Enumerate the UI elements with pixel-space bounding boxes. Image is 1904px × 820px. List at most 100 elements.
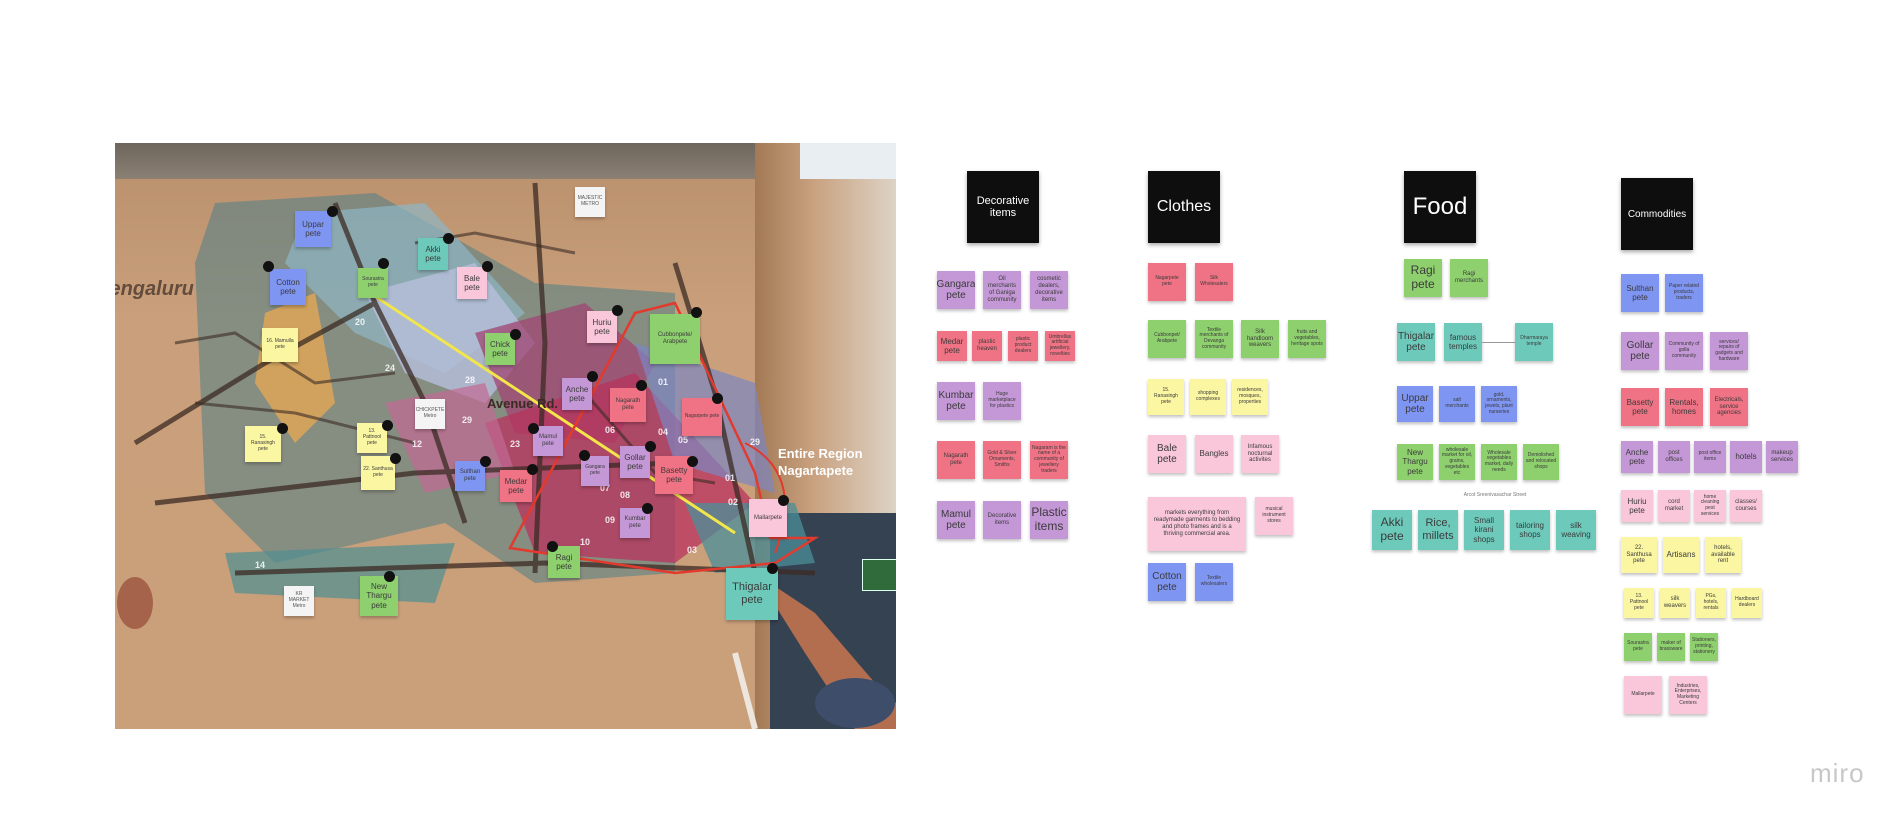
map-note-bale[interactable]: Bale pete [457,267,487,299]
note-clothes-2[interactable]: Cubbonpet/ Arabpete [1148,320,1186,358]
map-note-sourastra[interactable]: Sourastra pete [358,268,388,298]
note-food-6[interactable]: salt merchants [1439,386,1475,422]
note-food-0[interactable]: Ragi pete [1404,259,1442,297]
note-decorative-7[interactable]: Kumbar pete [937,382,975,420]
map-photo[interactable]: 202428 291223 110708 091001 040501 02030… [115,143,896,729]
note-comm-21[interactable]: silk weavers [1660,588,1690,618]
note-clothes-10[interactable]: Bangles [1195,435,1233,473]
map-note-thigalar[interactable]: Thigalar pete [726,568,778,620]
note-decorative-3[interactable]: Medar pete [937,331,967,361]
note-comm-25[interactable]: maker of brassware [1657,633,1685,661]
map-note-mamulla[interactable]: 16. Mamulla pete [262,328,298,362]
note-comm-17[interactable]: 22. Santhusa pete [1621,537,1657,573]
map-note-cotton[interactable]: Cotton pete [270,269,306,305]
note-comm-16[interactable]: classes/ courses [1730,490,1762,522]
note-food-3[interactable]: famous temples [1444,323,1482,361]
note-food-9[interactable]: wholesale market for oil, grains, vegeta… [1439,444,1475,480]
note-food-14[interactable]: Small kirani shops [1464,510,1504,550]
note-clothes-15[interactable]: Textile wholesalers [1195,563,1233,601]
note-comm-8[interactable]: Anche pete [1621,441,1653,473]
note-comm-23[interactable]: Hardboard dealers [1732,588,1762,618]
note-comm-1[interactable]: Paper related products, traders [1665,274,1703,312]
note-decorative-10[interactable]: Gold & Silver Ornaments, Smiths [983,441,1021,479]
note-decorative-8[interactable]: Huge marketplace for plastics [983,382,1021,420]
note-food-11[interactable]: Demolished and relocated shops [1523,444,1559,480]
map-note-kr-market[interactable]: KR MARKET Metro [284,586,314,616]
note-clothes-11[interactable]: Infamous nocturnal activites [1241,435,1279,473]
note-food-8[interactable]: New Thargu pete [1397,444,1433,480]
map-note-uppar[interactable]: Uppar pete [295,211,331,247]
note-comm-14[interactable]: cord market [1658,490,1690,522]
note-comm-28[interactable]: Industries, Enterprises, Marketing Cente… [1669,676,1707,714]
note-comm-3[interactable]: Community of golla community [1665,332,1703,370]
map-note-akki[interactable]: Akki pete [418,238,448,270]
note-decorative-9[interactable]: Nagarath pete [937,441,975,479]
note-decorative-6[interactable]: Umbrellas artificial jewellery, noveltie… [1045,331,1075,361]
note-comm-18[interactable]: Artisans [1663,537,1699,573]
note-comm-12[interactable]: makeup services [1766,441,1798,473]
note-comm-13[interactable]: Huriu pete [1621,490,1653,522]
note-clothes-13[interactable]: musical instrument stores [1255,497,1293,535]
header-food[interactable]: Food [1404,171,1476,243]
note-food-16[interactable]: silk weaving [1556,510,1596,550]
map-note-anche[interactable]: Anche pete [562,378,592,410]
note-comm-26[interactable]: Stationers, printing, stationery [1690,633,1718,661]
note-comm-19[interactable]: hotels, available rent [1705,537,1741,573]
note-comm-27[interactable]: Mallarpete [1624,676,1662,714]
map-note-medar[interactable]: Medar pete [500,470,532,502]
note-decorative-2[interactable]: cosmetic dealers, decorative items [1030,271,1068,309]
note-clothes-3[interactable]: Textile merchants of Devanga community [1195,320,1233,358]
note-comm-20[interactable]: 13. Pattnool pete [1624,588,1654,618]
note-clothes-12[interactable]: markets everything from readymade garmen… [1148,497,1246,551]
note-comm-24[interactable]: Sourastra pete [1624,633,1652,661]
note-decorative-12[interactable]: Mamul pete [937,501,975,539]
note-comm-10[interactable]: post office items [1694,441,1726,473]
note-decorative-1[interactable]: Oil merchants of Ganiga community [983,271,1021,309]
note-comm-9[interactable]: post offices [1658,441,1690,473]
map-note-nagarath[interactable]: Nagarath pete [610,388,646,422]
header-commodities[interactable]: Commodities [1621,178,1693,250]
note-clothes-9[interactable]: Bale pete [1148,435,1186,473]
map-note-gollar[interactable]: Gollar pete [620,446,650,478]
note-comm-6[interactable]: Rentals, homes [1665,388,1703,426]
note-clothes-5[interactable]: fruits and vegetables, heritage spots [1288,320,1326,358]
note-clothes-6[interactable]: 15. Ranasingh pete [1148,379,1184,415]
map-note-sulthan[interactable]: Sulthan pete [455,461,485,491]
note-decorative-13[interactable]: Decorative items [983,501,1021,539]
note-clothes-1[interactable]: Silk Wholesalers [1195,263,1233,301]
note-comm-5[interactable]: Basetty pete [1621,388,1659,426]
note-clothes-8[interactable]: residences, mosques, properties [1232,379,1268,415]
note-food-2[interactable]: Thigalar pete [1397,323,1435,361]
map-note-majestic[interactable]: MAJESTIC METRO [575,187,605,217]
note-food-5[interactable]: Uppar pete [1397,386,1433,422]
note-comm-2[interactable]: Gollar pete [1621,332,1659,370]
note-decorative-4[interactable]: plastic heaven [972,331,1002,361]
note-decorative-14[interactable]: Plastic items [1030,501,1068,539]
note-food-15[interactable]: tailoring shops [1510,510,1550,550]
note-clothes-7[interactable]: shopping complexes [1190,379,1226,415]
map-note-new-tharagu[interactable]: New Thargu pete [360,576,398,616]
note-food-4[interactable]: Dharmaraya temple [1515,323,1553,361]
note-clothes-14[interactable]: Cotton pete [1148,563,1186,601]
header-clothes[interactable]: Clothes [1148,171,1220,243]
note-comm-0[interactable]: Sulthan pete [1621,274,1659,312]
note-clothes-0[interactable]: Nagarpete pete [1148,263,1186,301]
note-comm-7[interactable]: Electricals, service agencies [1710,388,1748,426]
note-decorative-0[interactable]: Gangara pete [937,271,975,309]
map-note-ranasingh[interactable]: 15. Ranasingh pete [245,426,281,462]
header-decorative[interactable]: Decorative items [967,171,1039,243]
note-decorative-11[interactable]: Nagaram is the name of a community of je… [1030,441,1068,479]
note-comm-15[interactable]: home cleaning pest services [1694,490,1726,522]
map-note-chickpete-metro[interactable]: CHICKPETE Metro [415,399,445,429]
note-food-10[interactable]: Wholesale vegetables market, daily needs [1481,444,1517,480]
map-note-huriu[interactable]: Huriu pete [587,311,617,343]
note-decorative-5[interactable]: plastic product dealers [1008,331,1038,361]
note-comm-4[interactable]: services/ repairs of gadgets and hardwar… [1710,332,1748,370]
note-food-1[interactable]: Ragi merchants [1450,259,1488,297]
map-note-cubbonpet[interactable]: Cubbonpete/ Arabpete [650,314,700,364]
note-comm-22[interactable]: PGs, hotels, rentals [1696,588,1726,618]
note-clothes-4[interactable]: Silk handloom weavers [1241,320,1279,358]
note-food-7[interactable]: gold, ornaments, jewels, plant nurseries [1481,386,1517,422]
note-food-13[interactable]: Rice, millets [1418,510,1458,550]
note-food-12[interactable]: Akki pete [1372,510,1412,550]
